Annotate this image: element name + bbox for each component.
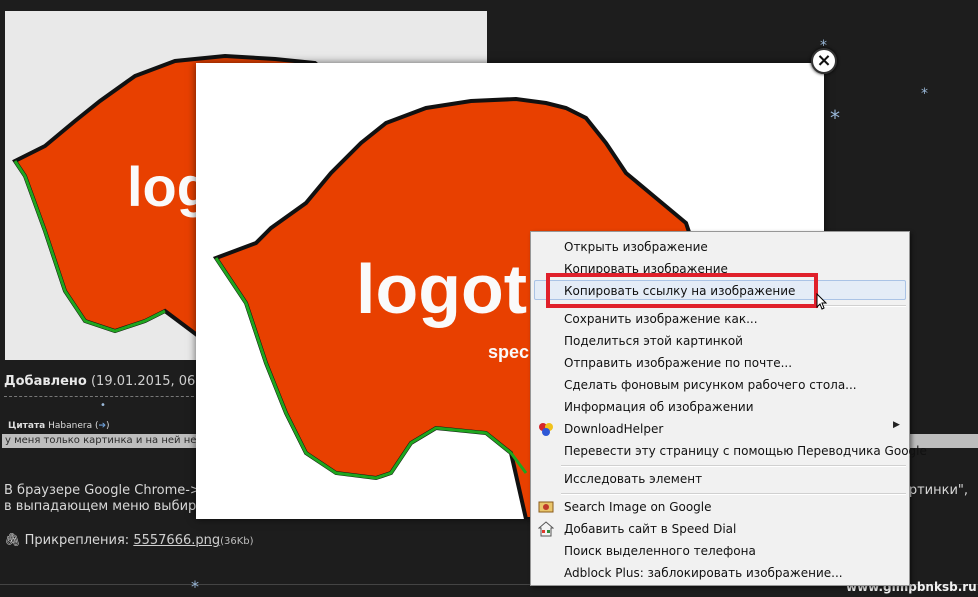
search-image-google-icon <box>538 499 554 515</box>
snowflake-icon: * <box>191 577 199 596</box>
menu-item-adblock-image[interactable]: Adblock Plus: заблокировать изображение.… <box>564 563 904 583</box>
post-added-meta: Добавлено (19.01.2015, 06 <box>4 374 195 389</box>
added-label: Добавлено <box>4 374 87 389</box>
post-body-line-1: В браузере Google Chrome-> <box>4 483 201 498</box>
quote-link-icon[interactable]: ➔ <box>98 421 106 431</box>
highlight-annotation-box <box>546 273 818 308</box>
close-icon[interactable]: × <box>811 48 837 74</box>
menu-item-downloadhelper[interactable]: DownloadHelper <box>564 419 904 439</box>
snowflake-icon: * <box>921 86 928 102</box>
quote-label: Цитата <box>8 421 46 431</box>
quote-text: у меня только картинка и на ней нет <box>5 435 203 446</box>
added-date: (19.01.2015, 06 <box>90 374 196 389</box>
attachments-label: Прикрепления: <box>24 533 130 548</box>
menu-item-add-speed-dial[interactable]: Добавить сайт в Speed Dial <box>564 519 904 539</box>
lightbox-logo-text: logot <box>356 250 527 328</box>
menu-item-search-phone[interactable]: Поиск выделенного телефона <box>564 541 904 561</box>
menu-separator <box>561 465 906 467</box>
menu-item-translate-page[interactable]: Перевести эту страницу с помощью Перевод… <box>564 441 927 461</box>
attachments-row: 🖇 Прикрепления: 5557666.png(36Kb) <box>4 533 254 548</box>
snowflake-icon: • <box>100 400 106 411</box>
menu-item-email-image[interactable]: Отправить изображение по почте... <box>564 353 904 373</box>
menu-item-open-image[interactable]: Открыть изображение <box>564 237 904 257</box>
menu-item-search-image-google[interactable]: Search Image on Google <box>564 497 904 517</box>
dashed-divider <box>4 396 199 397</box>
menu-item-inspect-element[interactable]: Исследовать элемент <box>564 469 904 489</box>
attachment-size: (36Kb) <box>220 536 254 547</box>
lightbox-sub-text: spec <box>488 342 529 362</box>
snowflake-icon: * <box>830 106 840 130</box>
submenu-arrow-icon: ▶ <box>893 420 900 430</box>
quote-author[interactable]: Habanera ( <box>48 421 98 431</box>
speed-dial-icon <box>537 521 555 537</box>
menu-item-set-desktop-background[interactable]: Сделать фоновым рисунком рабочего стола.… <box>564 375 904 395</box>
mouse-cursor-icon <box>816 292 828 315</box>
attachment-link[interactable]: 5557666.png <box>133 533 220 548</box>
downloadhelper-icon <box>538 421 554 437</box>
post-body-line-2: в выпадающем меню выбира <box>4 499 205 514</box>
menu-item-image-info[interactable]: Информация об изображении <box>564 397 904 417</box>
menu-item-save-image-as[interactable]: Сохранить изображение как... <box>564 309 904 329</box>
menu-separator <box>561 493 906 495</box>
quote-header: Цитата Habanera (➔) <box>8 421 110 431</box>
menu-item-share-image[interactable]: Поделиться этой картинкой <box>564 331 904 351</box>
paperclip-icon: 🖇 <box>4 533 21 548</box>
